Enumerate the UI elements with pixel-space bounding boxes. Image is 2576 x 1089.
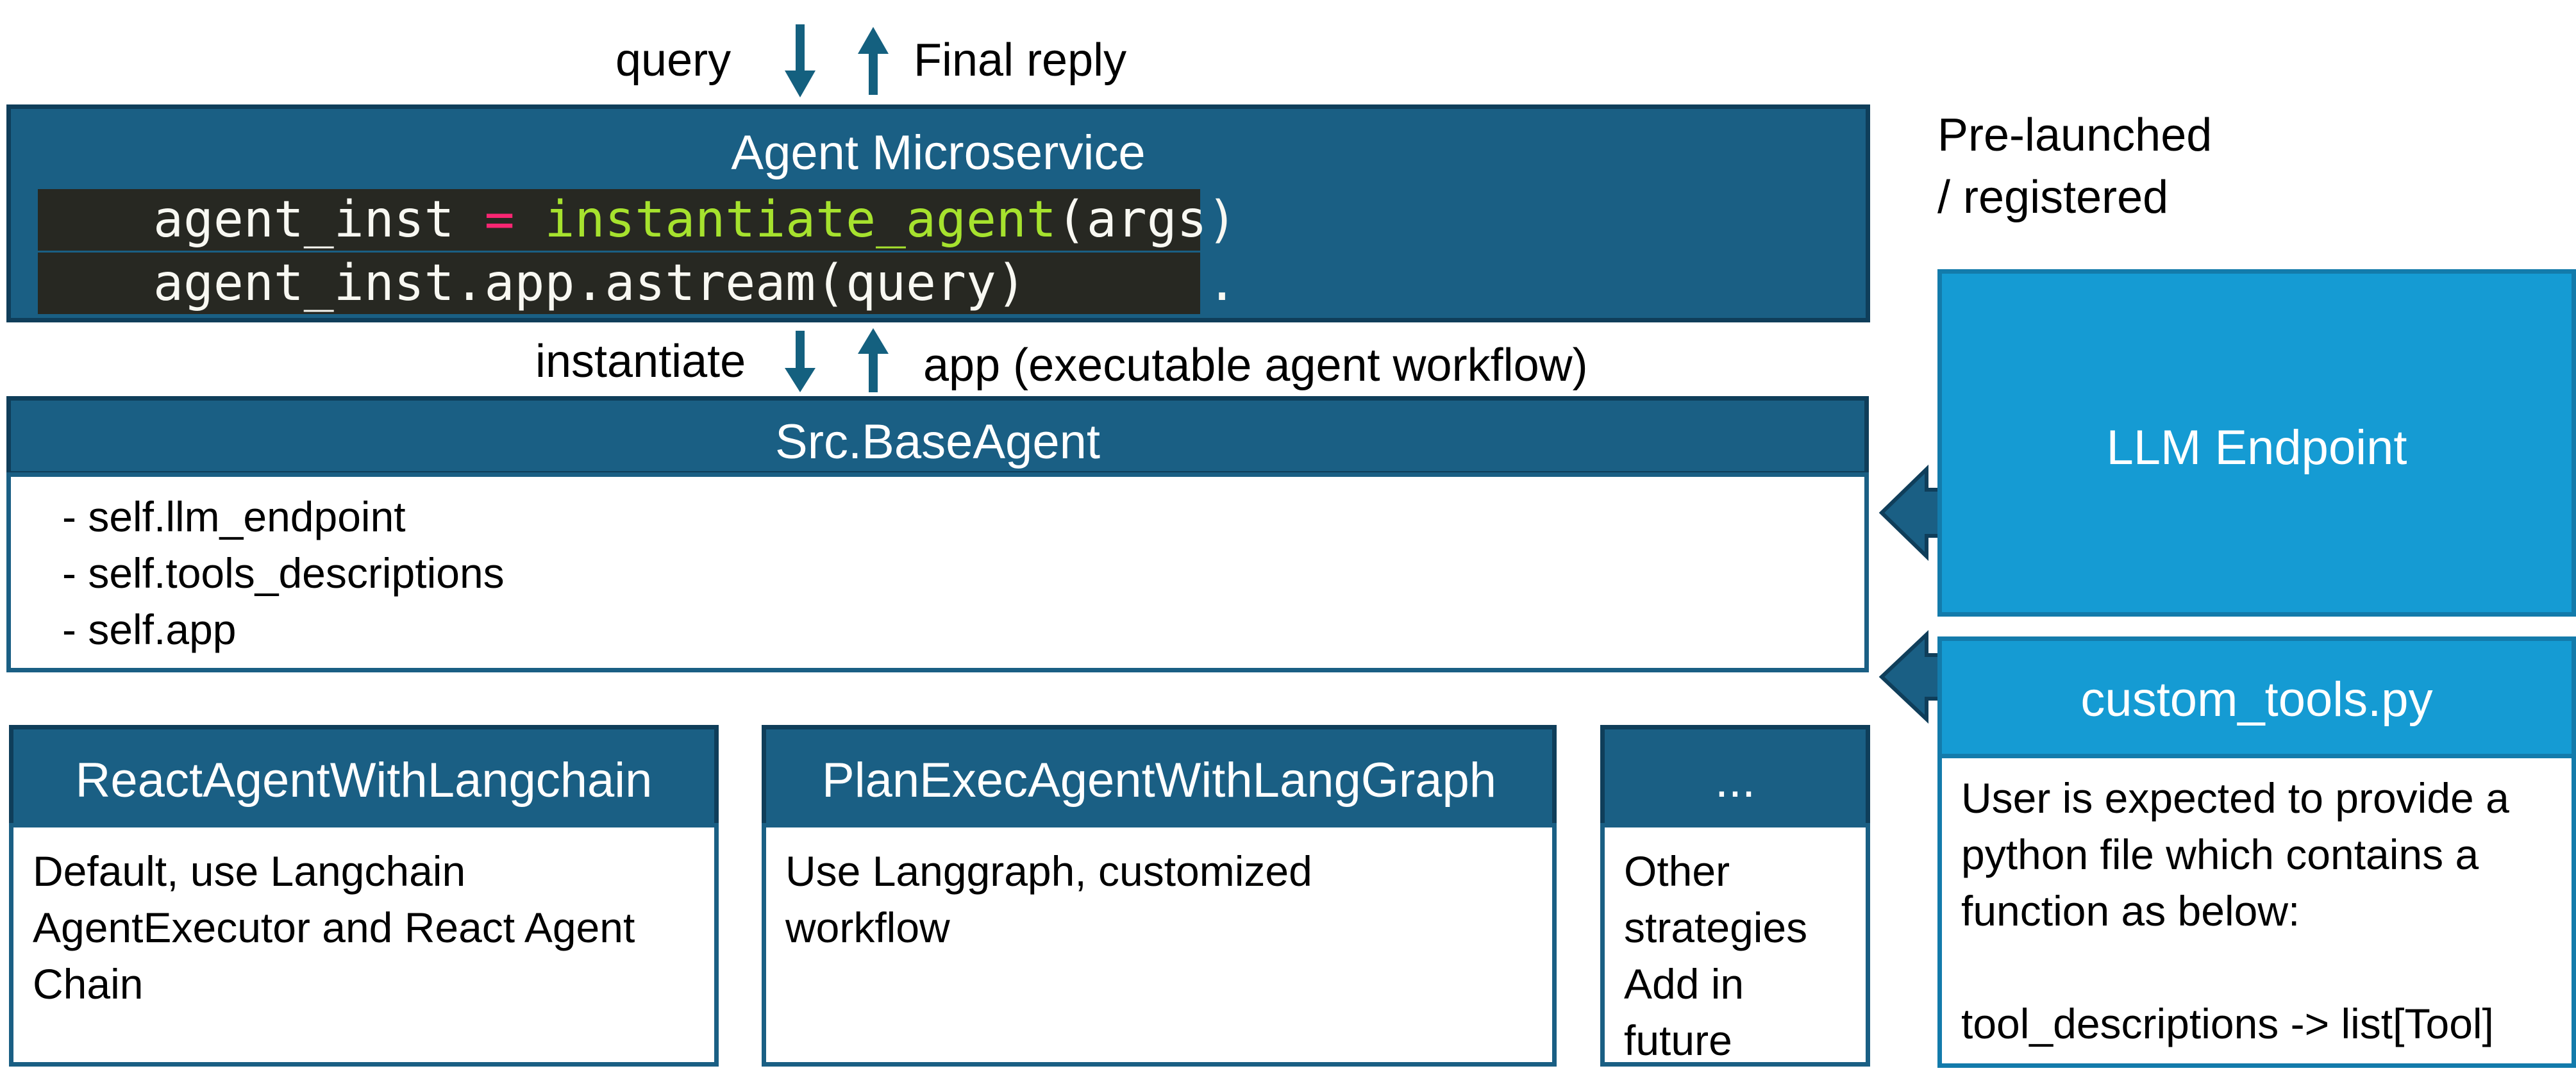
query-down-arrow	[785, 24, 815, 97]
base-agent-body: - self.llm_endpoint - self.tools_descrip…	[6, 472, 1869, 672]
code-function-name: instantiate_agent	[544, 191, 1057, 249]
base-agent-item: - self.llm_endpoint	[62, 493, 406, 540]
pre-launched-note: Pre-launched	[1937, 110, 2212, 161]
strategy-react-line: AgentExecutor and React Agent	[33, 904, 635, 951]
base-agent-item: - self.app	[62, 606, 237, 653]
custom-tools-line: function as below:	[1961, 887, 2300, 935]
custom-tools-line: python file which contains a	[1961, 831, 2479, 878]
final-reply-up-arrow	[858, 27, 889, 95]
strategy-other-line: strategies	[1624, 904, 1808, 951]
custom-tools-line	[1961, 939, 2572, 995]
app-up-arrow	[858, 328, 889, 392]
base-agent-header: Src.BaseAgent	[6, 396, 1869, 476]
custom-tools-line: tool_descriptions -> list[Tool]	[1961, 1000, 2494, 1047]
strategy-react-header: ReactAgentWithLangchain	[9, 725, 719, 827]
code-assign-operator: =	[484, 191, 515, 249]
code-var: agent_inst	[153, 191, 485, 249]
strategy-planexec-title: PlanExecAgentWithLangGraph	[822, 753, 1496, 808]
strategy-react-line: Default, use Langchain	[33, 847, 466, 895]
code-line-1: agent_inst = instantiate_agent(args)	[38, 189, 1237, 251]
strategy-react-title: ReactAgentWithLangchain	[75, 753, 653, 808]
strategy-other-line: Other	[1624, 847, 1730, 895]
strategy-planexec-header: PlanExecAgentWithLangGraph	[762, 725, 1557, 827]
final-reply-label: Final reply	[914, 35, 1127, 86]
base-agent-item: - self.tools_descriptions	[62, 549, 505, 597]
strategy-other-line: Add in	[1624, 960, 1744, 1008]
strategy-planexec-line: workflow	[785, 904, 950, 951]
app-label: app (executable agent workflow)	[923, 340, 1588, 391]
strategy-other-body: Other strategies Add in future	[1600, 823, 1870, 1067]
strategy-planexec-line: Use Langgraph, customized	[785, 847, 1312, 895]
strategy-react-body: Default, use Langchain AgentExecutor and…	[9, 823, 719, 1067]
strategy-planexec-body: Use Langgraph, customized workflow	[762, 823, 1557, 1067]
agent-microservice-title: Agent Microservice	[731, 126, 1146, 180]
registered-note: / registered	[1937, 172, 2169, 223]
llm-endpoint-title: LLM Endpoint	[2106, 420, 2407, 475]
query-label: query	[615, 35, 732, 86]
instantiate-label: instantiate	[535, 336, 746, 387]
strategy-other-line: future	[1624, 1017, 1732, 1064]
custom-tools-header: custom_tools.py	[1937, 636, 2576, 758]
base-agent-title: Src.BaseAgent	[775, 415, 1100, 469]
custom-tools-title: custom_tools.py	[2080, 672, 2433, 727]
strategy-other-header: ...	[1600, 725, 1870, 827]
instantiate-down-arrow	[785, 331, 815, 392]
llm-endpoint-box: LLM Endpoint	[1937, 269, 2576, 617]
code-args: (args)	[1056, 191, 1237, 249]
custom-tools-body: User is expected to provide a python fil…	[1937, 754, 2576, 1068]
code-line-2: agent_inst.app.astream(query) .	[38, 253, 1237, 314]
strategy-react-line: Chain	[33, 960, 144, 1008]
agent-microservice-box: Agent Microservice agent_inst = instanti…	[6, 104, 1870, 322]
custom-tools-line: User is expected to provide a	[1961, 774, 2509, 822]
strategy-other-title: ...	[1714, 753, 1756, 808]
